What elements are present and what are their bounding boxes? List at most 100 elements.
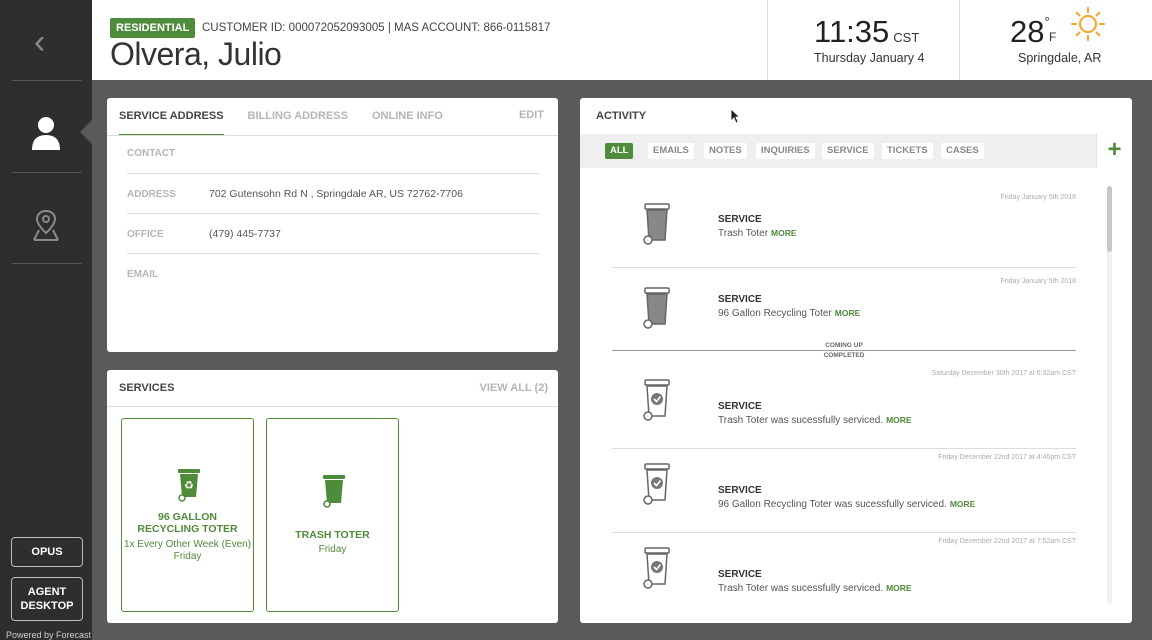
temperature: 28°: [1010, 14, 1050, 49]
completed-label: COMPLETED: [823, 352, 865, 359]
opus-button[interactable]: OPUS: [11, 537, 83, 567]
customer-name: Olvera, Julio: [110, 36, 282, 72]
activity-type: SERVICE: [718, 294, 762, 305]
activity-description: Trash Toter was sucessfully serviced. MOR…: [718, 415, 912, 426]
back-chevron-icon[interactable]: ‹: [34, 25, 58, 59]
rail-divider: [12, 80, 82, 81]
office-phone-value: (479) 445-7737: [209, 228, 281, 240]
section-divider: [107, 406, 558, 407]
filter-emails[interactable]: EMAILS: [648, 143, 694, 159]
map-pin-icon[interactable]: [30, 208, 62, 242]
toter-serviced-icon: [643, 463, 670, 505]
activity-type: SERVICE: [718, 569, 762, 580]
more-link[interactable]: MORE: [771, 228, 797, 238]
activity-item[interactable]: Saturday December 30th 2017 at 6:32am CS…: [612, 364, 1076, 448]
tab-online-info[interactable]: ONLINE INFO: [372, 98, 443, 136]
address-panel: SERVICE ADDRESS BILLING ADDRESS ONLINE I…: [107, 98, 558, 352]
tab-billing-address[interactable]: BILLING ADDRESS: [248, 98, 348, 136]
service-card-schedule: Friday: [318, 544, 347, 555]
recycling-toter-icon: ♻: [178, 469, 200, 502]
email-label: EMAIL: [127, 269, 159, 280]
left-rail: ‹ OPUS AGENT DESKTOP Powered by Forecast: [0, 0, 92, 640]
activity-panel: ACTIVITY ALL EMAILS NOTES INQUIRIES SERV…: [580, 98, 1132, 623]
edit-link[interactable]: EDIT: [519, 109, 544, 121]
activity-type: SERVICE: [718, 485, 762, 496]
office-label: OFFICE: [127, 229, 164, 240]
filter-inquiries[interactable]: INQUIRIES: [756, 143, 815, 159]
service-card-trash[interactable]: TRASH TOTER Friday: [266, 418, 399, 612]
customer-ids: CUSTOMER ID: 000072052093005 | MAS ACCOU…: [202, 22, 551, 34]
activity-type: SERVICE: [718, 401, 762, 412]
recycling-toter-icon: [643, 287, 670, 329]
filter-tickets[interactable]: TICKETS: [882, 143, 933, 159]
service-card-title: RECYCLING TOTER: [137, 523, 238, 535]
agent-desktop-button[interactable]: AGENT DESKTOP: [11, 577, 83, 621]
rail-divider: [12, 172, 82, 173]
activity-filter-bar: ALL EMAILS NOTES INQUIRIES SERVICE TICKE…: [580, 134, 1132, 168]
row-divider: [127, 173, 539, 174]
svg-text:♻: ♻: [184, 479, 194, 492]
service-card-title: TRASH TOTER: [295, 529, 370, 541]
activity-description: 96 Gallon Recycling Toter MORE: [718, 308, 861, 319]
service-card-title: 96 GALLON: [158, 511, 217, 523]
row-divider: [127, 253, 539, 254]
weather-location: Springdale, AR: [1018, 51, 1102, 65]
activity-date: Friday December 22nd 2017 at 7:52am CST: [938, 538, 1076, 545]
activity-date: Friday January 5th 2018: [1000, 278, 1077, 285]
service-card-schedule: Friday: [173, 551, 202, 562]
more-link[interactable]: MORE: [886, 415, 912, 425]
customer-header: RESIDENTIAL CUSTOMER ID: 000072052093005…: [92, 0, 1152, 80]
current-date: Thursday January 4: [814, 51, 925, 65]
address-tabs: SERVICE ADDRESS BILLING ADDRESS ONLINE I…: [119, 98, 467, 136]
toter-serviced-icon: [643, 547, 670, 589]
filter-service[interactable]: SERVICE: [822, 143, 874, 159]
active-indicator: [80, 120, 92, 144]
tab-service-address[interactable]: SERVICE ADDRESS: [119, 98, 224, 136]
clock: 11:35 CST: [814, 14, 920, 49]
more-link[interactable]: MORE: [835, 308, 861, 318]
service-card-schedule: 1x Every Other Week (Even): [123, 539, 252, 550]
filter-all[interactable]: ALL: [605, 143, 634, 159]
address-value: 702 Gutensohn Rd N , Springdale AR, US 7…: [209, 188, 463, 200]
powered-by-label: Powered by Forecast: [6, 630, 92, 640]
activity-date: Friday December 22nd 2017 at 4:46pm CST: [938, 454, 1076, 461]
header-divider: [959, 0, 960, 80]
address-label: ADDRESS: [127, 189, 176, 200]
temperature-unit: F: [1049, 30, 1057, 44]
person-icon[interactable]: [28, 114, 64, 152]
contact-label: CONTACT: [127, 148, 176, 159]
activity-description: Trash Toter was sucessfully serviced. MOR…: [718, 583, 912, 594]
trash-toter-icon: [323, 475, 345, 508]
activity-description: Trash Toter MORE: [718, 228, 797, 239]
activity-description: 96 Gallon Recycling Toter was sucessfull…: [718, 499, 976, 510]
services-title: SERVICES: [119, 382, 175, 394]
account-type-badge: RESIDENTIAL: [110, 18, 196, 38]
tab-divider: [107, 135, 558, 136]
activity-date: Saturday December 30th 2017 at 6:32am CS…: [931, 370, 1076, 377]
trash-toter-icon: [643, 203, 670, 245]
activity-date: Friday January 5th 2018: [1000, 194, 1077, 201]
filter-cases[interactable]: CASES: [941, 143, 984, 159]
view-all-link[interactable]: VIEW ALL (2): [480, 382, 548, 394]
more-link[interactable]: MORE: [950, 499, 976, 509]
row-divider: [127, 213, 539, 214]
add-activity-button[interactable]: +: [1096, 134, 1132, 168]
activity-title: ACTIVITY: [596, 110, 647, 122]
services-panel: SERVICES VIEW ALL (2) ♻ 96 GALLON RECYCL…: [107, 370, 558, 623]
mouse-cursor-icon: [730, 108, 740, 124]
more-link[interactable]: MORE: [886, 583, 912, 593]
filter-notes[interactable]: NOTES: [704, 143, 747, 159]
activity-item[interactable]: Friday December 22nd 2017 at 7:52am CST …: [612, 532, 1076, 616]
header-divider: [767, 0, 768, 80]
activity-item[interactable]: Friday December 22nd 2017 at 4:46pm CST …: [612, 448, 1076, 532]
activity-type: SERVICE: [718, 214, 762, 225]
coming-up-label: COMING UP: [825, 342, 863, 349]
service-card-recycling[interactable]: ♻ 96 GALLON RECYCLING TOTER 1x Every Oth…: [121, 418, 254, 612]
activity-scrollbar[interactable]: [1107, 186, 1112, 604]
feed-divider: [612, 267, 1076, 268]
toter-serviced-icon: [643, 379, 670, 421]
scrollbar-thumb[interactable]: [1107, 186, 1112, 252]
activity-item[interactable]: Friday January 5th 2018 SERVICE Trash To…: [612, 188, 1076, 272]
sun-icon: [1071, 7, 1105, 41]
rail-divider: [12, 263, 82, 264]
